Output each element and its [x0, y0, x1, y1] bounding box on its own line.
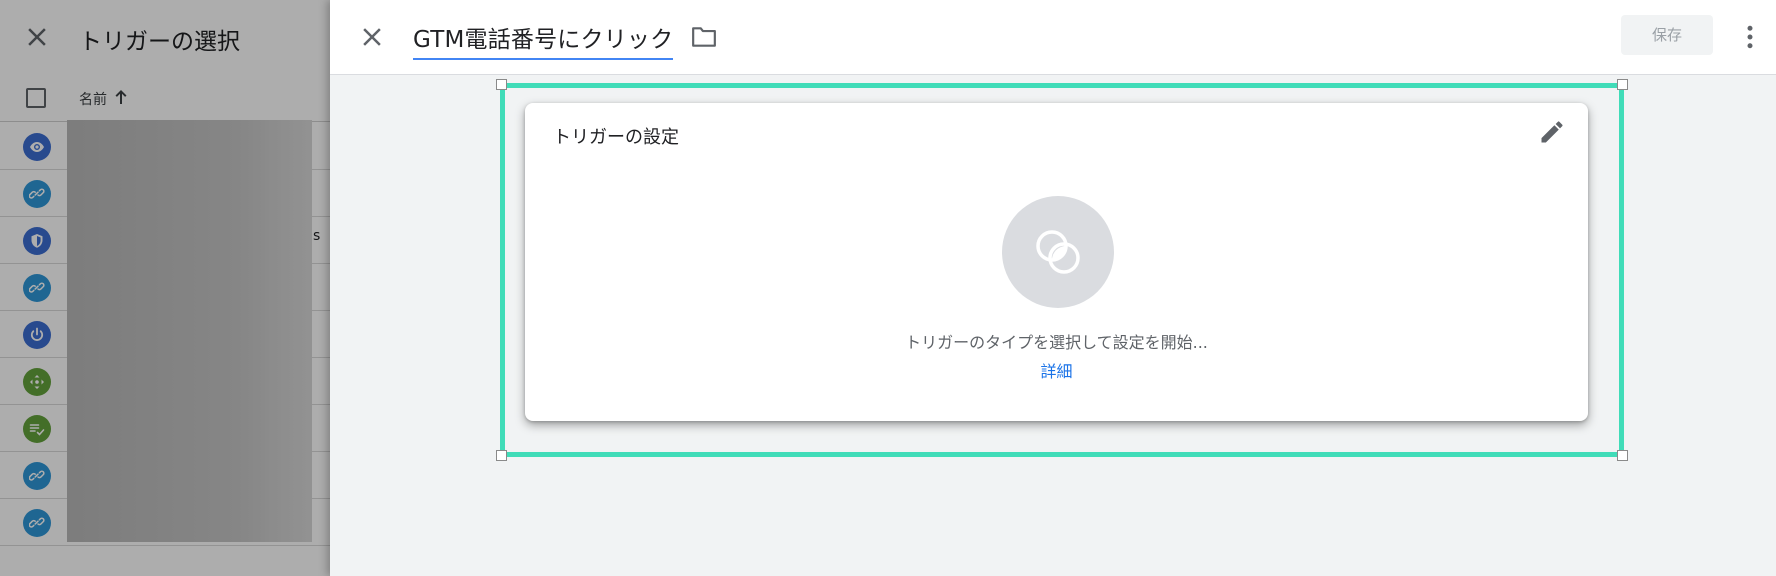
trigger-config-card[interactable]: トリガーの設定 トリガーのタイプを選択して設定を開始... 詳細 — [525, 103, 1588, 421]
trigger-editor-sheet: GTM電話番号にクリック 保存 トリガーの設定 トリガーのタイプを選択して設定を… — [330, 0, 1776, 576]
folder-icon[interactable] — [691, 25, 717, 49]
trigger-type-placeholder[interactable] — [1002, 196, 1114, 308]
resize-handle[interactable] — [496, 79, 507, 90]
more-vert-icon[interactable] — [1735, 22, 1765, 52]
details-link-row: 詳細 — [525, 358, 1588, 382]
pencil-icon[interactable] — [1538, 118, 1566, 146]
resize-handle[interactable] — [1617, 79, 1628, 90]
card-hint-text: トリガーのタイプを選択して設定を開始... — [905, 333, 1208, 352]
details-link[interactable]: 詳細 — [1040, 362, 1072, 381]
close-icon[interactable] — [357, 22, 387, 52]
trigger-overlap-icon — [1036, 230, 1080, 274]
resize-handle[interactable] — [496, 450, 507, 461]
card-title: トリガーの設定 — [553, 127, 679, 148]
modal-scrim[interactable] — [0, 0, 330, 576]
save-button[interactable]: 保存 — [1621, 15, 1713, 55]
resize-handle[interactable] — [1617, 450, 1628, 461]
trigger-selection-panel: トリガーの選択 名前 s — [0, 0, 330, 576]
trigger-name-field[interactable]: GTM電話番号にクリック — [413, 20, 674, 60]
editor-top-bar: GTM電話番号にクリック 保存 — [330, 0, 1776, 75]
